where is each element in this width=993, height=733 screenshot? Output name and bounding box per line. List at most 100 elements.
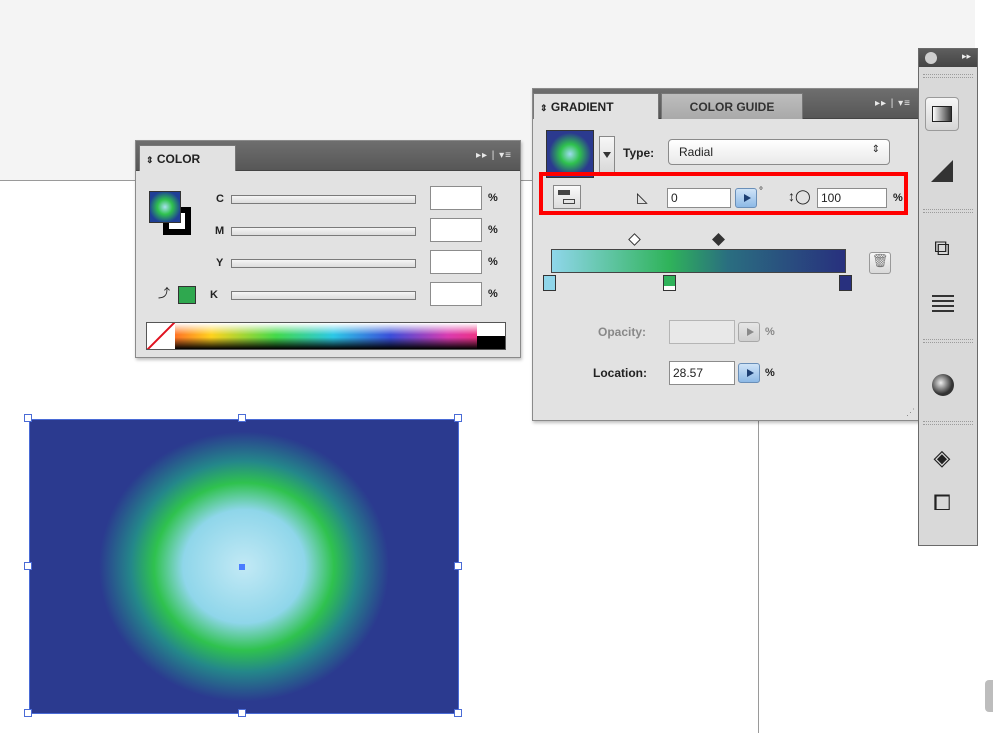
gradient-stop-1[interactable] <box>543 275 556 291</box>
black-swatch[interactable] <box>477 336 505 349</box>
white-swatch[interactable] <box>477 323 505 336</box>
resize-grip-icon[interactable]: ⋰ <box>906 407 915 418</box>
panel-menu-icon[interactable]: ▸▸ | ▾≡ <box>476 150 512 161</box>
channel-y-slider[interactable] <box>231 259 416 268</box>
midpoint-marker-1[interactable] <box>628 233 641 246</box>
opacity-field[interactable] <box>669 320 735 344</box>
channel-c-field[interactable] <box>430 186 482 210</box>
channel-y-unit: % <box>488 256 498 268</box>
angle-stepper[interactable] <box>735 188 757 208</box>
delete-stop-icon[interactable]: 🗑 <box>869 252 891 274</box>
tab-gradient[interactable]: ⇕ GRADIENT <box>533 93 659 119</box>
reverse-top-bar <box>558 190 570 195</box>
color-spectrum[interactable] <box>146 322 506 350</box>
channel-k-field[interactable] <box>430 282 482 306</box>
fill-swatch[interactable] <box>149 191 181 223</box>
type-select[interactable]: Radial ⇕ <box>668 139 890 165</box>
angle-field[interactable]: 0 <box>667 188 731 208</box>
appearance-tool-glyph <box>932 374 954 396</box>
gradient-panel-tabbar: ⇕ GRADIENT COLOR GUIDE ▸▸ | ▾≡ <box>533 89 919 119</box>
tab-color-label: COLOR <box>156 152 201 166</box>
type-label: Type: <box>623 146 655 160</box>
gradient-slider[interactable] <box>551 249 846 273</box>
dock-separator-4 <box>923 421 973 425</box>
angle-icon: ◺ <box>637 189 648 205</box>
reverse-bottom-bar <box>563 199 575 204</box>
channel-m-field[interactable] <box>430 218 482 242</box>
spectrum-shade <box>147 323 505 349</box>
panel-menu-icon[interactable]: ▸▸ | ▾≡ <box>875 98 911 109</box>
gradient-rectangle[interactable] <box>24 414 462 717</box>
appearance-tool-icon[interactable] <box>925 367 959 401</box>
selection-handle-bm[interactable] <box>238 709 246 717</box>
color-panel-tabbar: ⇕ COLOR ▸▸ | ▾≡ <box>136 141 520 171</box>
opacity-stepper[interactable] <box>738 322 760 342</box>
dock-collapse-icon[interactable] <box>925 52 937 64</box>
panel-dock: ▸▸ ⧉ ◈ ⧠ <box>918 48 978 546</box>
opacity-unit: % <box>765 326 775 338</box>
select-arrows-icon: ⇕ <box>871 144 880 155</box>
channel-k-label: K <box>210 289 218 301</box>
transparency-tool-icon[interactable] <box>925 153 959 187</box>
midpoint-marker-2[interactable] <box>712 233 725 246</box>
chevron-down-icon <box>603 152 611 158</box>
tab-color-guide-label: COLOR GUIDE <box>689 100 775 114</box>
fill-stroke-swatch[interactable] <box>149 191 193 237</box>
channel-k-slider[interactable] <box>231 291 416 300</box>
location-field[interactable]: 28.57 <box>669 361 735 385</box>
color-panel: ⇕ COLOR ▸▸ | ▾≡ ⤴ C % M % Y % K % <box>135 140 521 358</box>
type-select-value: Radial <box>679 145 714 159</box>
artboards-tool-icon[interactable]: ⧠ <box>925 489 959 523</box>
aspect-ratio-icon: ↕◯ <box>788 188 811 204</box>
reverse-gradient-icon[interactable] <box>553 185 581 209</box>
channel-k-unit: % <box>488 288 498 300</box>
selection-handle-mr[interactable] <box>454 562 462 570</box>
selection-handle-tr[interactable] <box>454 414 462 422</box>
tab-color[interactable]: ⇕ COLOR <box>139 145 236 171</box>
out-of-gamut-swatch[interactable] <box>178 286 196 304</box>
channel-c-unit: % <box>488 192 498 204</box>
gradient-stop-2[interactable] <box>663 275 676 291</box>
selection-handle-tm[interactable] <box>238 414 246 422</box>
none-swatch[interactable] <box>147 323 175 349</box>
gradient-preview-swatch[interactable] <box>546 130 594 178</box>
channel-m-unit: % <box>488 224 498 236</box>
tab-gradient-label: GRADIENT <box>550 100 614 114</box>
layers-tool-icon[interactable]: ◈ <box>925 444 959 478</box>
transparency-tool-glyph <box>931 160 953 182</box>
gradient-tool-icon[interactable] <box>925 97 959 131</box>
none-slash <box>147 323 175 349</box>
stroke-tool-glyph <box>932 295 954 297</box>
stroke-tool-icon[interactable] <box>925 286 959 320</box>
dock-separator <box>923 74 973 78</box>
transform-tool-icon[interactable]: ⧉ <box>925 234 959 268</box>
selection-handle-tl[interactable] <box>24 414 32 422</box>
gradient-stop-3[interactable] <box>839 275 852 291</box>
location-stepper[interactable] <box>738 363 760 383</box>
dock-expand-icon[interactable]: ▸▸ <box>962 51 971 62</box>
gradient-tool-glyph <box>932 106 952 122</box>
channel-c-label: C <box>216 193 224 205</box>
degree-symbol: ° <box>759 186 763 197</box>
scrollbar-handle[interactable] <box>985 680 993 712</box>
dock-header: ▸▸ <box>919 49 977 67</box>
tab-sort-icon: ⇕ <box>540 103 548 113</box>
channel-m-slider[interactable] <box>231 227 416 236</box>
artboard-guide <box>758 420 759 733</box>
tab-color-guide[interactable]: COLOR GUIDE <box>661 93 803 119</box>
channel-y-label: Y <box>216 257 224 269</box>
channel-c-slider[interactable] <box>231 195 416 204</box>
channel-y-field[interactable] <box>430 250 482 274</box>
selection-handle-ml[interactable] <box>24 562 32 570</box>
aspect-ratio-field[interactable]: 100 <box>817 188 887 208</box>
center-point <box>239 564 245 570</box>
gradient-preset-dropdown[interactable] <box>599 136 615 174</box>
opacity-label: Opacity: <box>598 325 647 339</box>
out-of-gamut-icon[interactable]: ⤴ <box>158 284 170 301</box>
selection-handle-br[interactable] <box>454 709 462 717</box>
tab-sort-icon: ⇕ <box>146 155 154 165</box>
channel-m-label: M <box>215 225 225 237</box>
aspect-ratio-unit: % <box>893 192 903 204</box>
selection-handle-bl[interactable] <box>24 709 32 717</box>
dock-separator-2 <box>923 209 973 213</box>
